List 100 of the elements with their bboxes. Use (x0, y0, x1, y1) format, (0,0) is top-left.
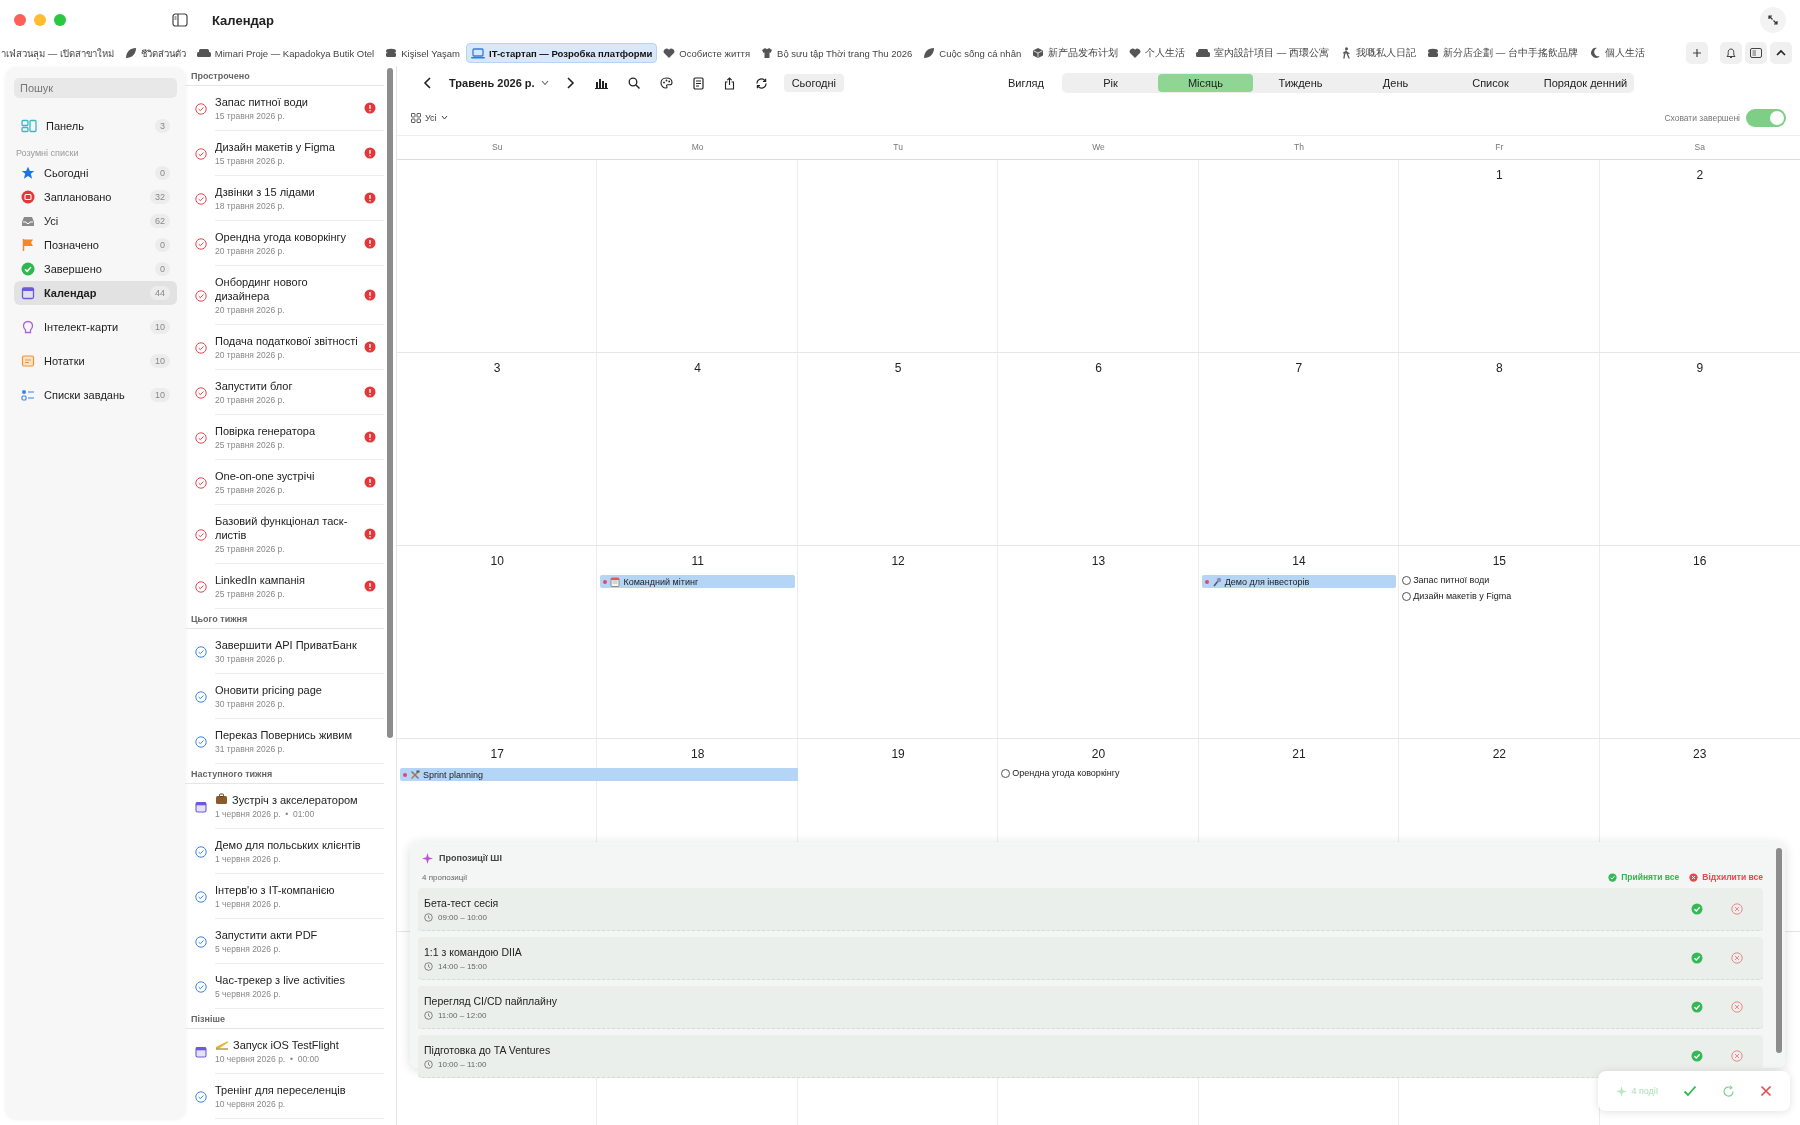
event-bar[interactable]: Демо для інвесторів (1201, 575, 1397, 588)
add-tab-button[interactable] (1686, 42, 1708, 64)
calendar-task[interactable]: Запас питної води (1402, 575, 1597, 585)
panel-button[interactable] (1745, 42, 1767, 64)
refresh-icon[interactable] (754, 76, 768, 90)
accept-icon[interactable] (1691, 952, 1703, 964)
sidebar-item[interactable]: Календар 44 (14, 281, 177, 305)
checkbox-icon[interactable] (195, 528, 207, 541)
sidebar-item[interactable]: Сьогодні 0 (14, 161, 177, 185)
tab[interactable]: Cuộc sống cá nhân (918, 43, 1027, 63)
task-date: 1 червня 2026 р. • 01:00 (215, 809, 316, 819)
accept-icon[interactable] (1691, 1001, 1703, 1013)
checkbox-icon[interactable] (195, 735, 207, 748)
checkbox-icon[interactable] (195, 431, 207, 444)
tab[interactable]: 室內設計項目 — 西環公寓 (1191, 42, 1334, 64)
notifications-button[interactable] (1720, 42, 1742, 64)
checkbox-icon[interactable] (195, 386, 207, 399)
reject-icon[interactable] (1731, 1001, 1743, 1013)
calendar-icon[interactable] (195, 800, 207, 813)
today-button[interactable]: Сьогодні (783, 74, 845, 92)
panel-icon (1750, 48, 1762, 58)
reject-icon[interactable] (1731, 1050, 1743, 1062)
tab[interactable]: Mimari Proje — Kapadokya Butik Otel (191, 43, 380, 63)
close-window-button[interactable] (14, 14, 26, 26)
share-icon[interactable] (723, 76, 735, 90)
calendar-task[interactable]: Орендна угода коворкінгу (1001, 768, 1196, 778)
palette-icon[interactable] (659, 77, 673, 89)
search-field[interactable]: Пошук (14, 78, 177, 98)
tab[interactable]: Kişisel Yaşam (380, 43, 465, 63)
sidebar-item[interactable]: Усі 62 (14, 209, 177, 233)
sidebar-toggle-icon[interactable] (172, 13, 188, 27)
view-tab[interactable]: Порядок денний (1538, 74, 1633, 92)
reject-icon[interactable] (1731, 952, 1743, 964)
tab[interactable]: Bộ sưu tập Thời trang Thu 2026 (756, 43, 918, 63)
view-tab[interactable]: День (1348, 74, 1443, 92)
previous-month-icon[interactable] (423, 77, 433, 89)
checkbox-icon[interactable] (195, 645, 207, 658)
suggestion-title: 1:1 з командою DIIA (424, 945, 523, 958)
tab[interactable]: IT-стартап — Розробка платформи (466, 43, 658, 63)
sidebar-item[interactable]: Панель 3 (14, 114, 177, 138)
filter-button[interactable]: Усі (411, 112, 448, 123)
calendar-icon[interactable] (195, 1045, 207, 1058)
sidebar-item[interactable]: Позначено 0 (14, 233, 177, 257)
checkbox-icon[interactable] (195, 690, 207, 703)
task-date: 10 червня 2026 р. • 00:00 (215, 1054, 320, 1064)
check-icon[interactable] (1683, 1085, 1698, 1097)
checkbox-icon[interactable] (195, 341, 207, 354)
tab[interactable]: 個人生活 (1583, 42, 1650, 64)
view-tab[interactable]: Тиждень (1253, 74, 1348, 92)
view-tab[interactable]: Рік (1063, 74, 1158, 92)
day-number: 16 (1692, 553, 1708, 570)
calendar-task[interactable]: Дизайн макетів у Figma (1402, 591, 1597, 601)
accept-icon[interactable] (1691, 903, 1703, 915)
checkbox-icon[interactable] (195, 890, 207, 903)
checkbox-icon[interactable] (195, 845, 207, 858)
suggestion-title: Підготовка до TA Ventures (424, 1043, 552, 1056)
checkbox-icon[interactable] (195, 147, 207, 160)
checkbox-icon[interactable] (195, 476, 207, 489)
heart-icon (1129, 47, 1142, 59)
reject-all-button[interactable]: Відхилити все (1689, 872, 1763, 882)
tab[interactable]: 个人生活 (1124, 42, 1191, 64)
scrollbar[interactable] (1776, 848, 1782, 1053)
tab[interactable]: 新分店企劃 — 台中手搖飲品牌 (1422, 42, 1583, 64)
event-bar[interactable]: Командний мітинг (600, 575, 795, 588)
month-picker[interactable]: Травень 2026 р. (449, 77, 549, 89)
fullscreen-button[interactable] (1760, 7, 1786, 33)
event-bar[interactable]: Sprint planning (400, 768, 798, 781)
checkbox-icon[interactable] (195, 289, 207, 302)
sidebar-item[interactable]: Завершено 0 (14, 257, 177, 281)
checkbox-icon[interactable] (195, 980, 207, 993)
view-tab[interactable]: Місяць (1158, 74, 1253, 92)
checkbox-icon[interactable] (195, 1090, 207, 1103)
view-tab[interactable]: Список (1443, 74, 1538, 92)
sidebar-item[interactable]: Інтелект-карти 10 (14, 315, 177, 339)
tab[interactable]: ชีวิตส่วนตัว (119, 41, 191, 65)
close-icon[interactable] (1759, 1085, 1772, 1097)
scrollbar[interactable] (387, 68, 393, 738)
tab[interactable]: Особисте життя (658, 43, 756, 63)
toggle-switch[interactable] (1746, 108, 1786, 127)
accept-icon[interactable] (1691, 1050, 1703, 1062)
day-number: 18 (689, 746, 706, 763)
document-icon[interactable] (692, 76, 704, 90)
next-month-icon[interactable] (564, 77, 575, 89)
day-number: 12 (890, 553, 906, 570)
zoom-window-button[interactable] (54, 14, 66, 26)
sidebar-item[interactable]: Заплановано 32 (14, 185, 177, 209)
collapse-button[interactable] (1770, 42, 1792, 64)
checkbox-icon[interactable] (195, 237, 207, 250)
checkbox-icon[interactable] (195, 192, 207, 205)
sidebar-item[interactable]: Нотатки 10 (14, 349, 177, 373)
reject-icon[interactable] (1731, 903, 1743, 915)
search-icon[interactable] (627, 77, 640, 89)
bar-chart-icon[interactable] (594, 77, 608, 89)
tab[interactable]: าเฟ่สวนลุม — เปิดสาขาใหม่ (0, 41, 119, 65)
checkbox-icon[interactable] (195, 580, 207, 593)
tab[interactable]: 新产品发布计划 (1027, 42, 1124, 64)
sidebar-item[interactable]: Списки завдань 10 (14, 383, 177, 407)
tab[interactable]: 我嘅私人日記 (1335, 42, 1421, 64)
checkbox-icon[interactable] (195, 102, 207, 115)
checkbox-icon[interactable] (195, 935, 207, 948)
